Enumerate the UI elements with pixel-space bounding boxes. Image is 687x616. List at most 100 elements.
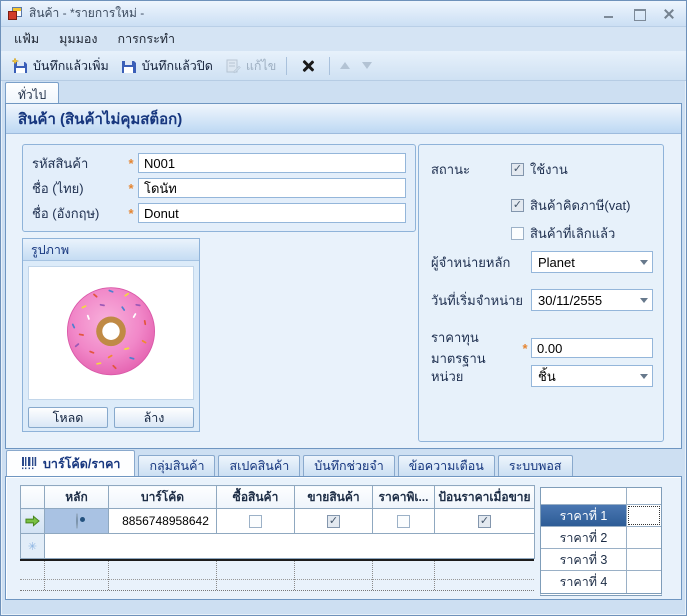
delete-x-icon	[301, 59, 315, 73]
barcode-grid: หลัก บาร์โค้ด ซื้อสินค้า ขายสินค้า ราคาพ…	[20, 485, 535, 559]
save-and-close-button[interactable]: บันทึกแล้วปิด	[115, 53, 219, 79]
main-radio-cell[interactable]	[45, 509, 109, 534]
product-code-label: รหัสสินค้า	[32, 153, 124, 174]
picture-panel-title: รูปภาพ	[23, 239, 199, 261]
move-down-icon	[362, 62, 372, 69]
price-list-header-row	[541, 488, 661, 505]
required-mark: *	[124, 156, 138, 171]
supplier-label: ผู้จำหน่ายหลัก	[431, 252, 510, 273]
barcode-cell[interactable]: 8856748958642	[109, 509, 217, 534]
menu-view[interactable]: มุมมอง	[50, 26, 106, 52]
std-cost-label: ราคาทุนมาตรฐาน	[431, 327, 519, 369]
sell-cell[interactable]	[295, 509, 373, 534]
grid-header-special-price[interactable]: ราคาพิเ...	[373, 486, 435, 509]
price-level-1-label[interactable]: ราคาที่ 1	[541, 505, 627, 526]
price-level-4-value-cell[interactable]	[627, 571, 661, 593]
required-mark: *	[519, 341, 531, 356]
start-date-label: วันที่เริ่มจำหน่าย	[431, 290, 523, 311]
name-thai-label: ชื่อ (ไทย)	[32, 178, 124, 199]
top-tab-strip: ทั่วไป	[1, 81, 686, 103]
active-checkbox-icon[interactable]	[511, 163, 524, 176]
menu-bar: แฟ้ม มุมมอง การกระทำ	[1, 27, 686, 51]
minimize-icon[interactable]	[602, 8, 616, 20]
load-image-button[interactable]: โหลด	[28, 407, 108, 428]
save-and-add-label: บันทึกแล้วเพิ่ม	[33, 56, 109, 76]
name-thai-input[interactable]: โดนัท	[138, 178, 406, 198]
buy-checkbox-icon[interactable]	[249, 515, 262, 528]
discontinued-checkbox-icon[interactable]	[511, 227, 524, 240]
donut-image	[47, 272, 175, 394]
supplier-value: Planet	[538, 255, 575, 270]
tab-general[interactable]: ทั่วไป	[5, 82, 59, 103]
tab-pos-system[interactable]: ระบบพอส	[498, 455, 573, 476]
price-level-2-label[interactable]: ราคาที่ 2	[541, 527, 627, 548]
new-row-selector-cell[interactable]: ✳	[21, 534, 45, 559]
grid-header-barcode[interactable]: บาร์โค้ด	[109, 486, 217, 509]
toolbar-separator	[286, 57, 287, 75]
std-cost-input[interactable]: 0.00	[531, 338, 653, 358]
price-level-list: ราคาที่ 1 ราคาที่ 2 ราคาที่ 3 ราคาที่ 4	[540, 487, 662, 596]
toolbar-separator	[329, 57, 330, 75]
buy-cell[interactable]	[217, 509, 295, 534]
save-new-icon	[12, 58, 28, 74]
grid-header-main[interactable]: หลัก	[45, 486, 109, 509]
table-row: 8856748958642	[21, 509, 535, 534]
checkbox-discontinued[interactable]: สินค้าที่เลิกแล้ว	[511, 223, 615, 244]
tab-memo[interactable]: บันทึกช่วยจำ	[303, 455, 394, 476]
menu-action[interactable]: การกระทำ	[109, 26, 185, 52]
vat-checkbox-icon[interactable]	[511, 199, 524, 212]
tab-product-spec[interactable]: สเปคสินค้า	[218, 455, 300, 476]
required-mark: *	[124, 181, 138, 196]
app-icon	[8, 7, 23, 20]
price-level-3-value-cell[interactable]	[627, 549, 661, 570]
window-title: สินค้า - *รายการใหม่ -	[29, 4, 144, 23]
maximize-icon[interactable]	[632, 8, 646, 20]
vat-checkbox-label: สินค้าคิดภาษี(vat)	[530, 195, 630, 216]
product-window: สินค้า - *รายการใหม่ - แฟ้ม มุมมอง การกร…	[0, 0, 687, 616]
price-level-2-row[interactable]: ราคาที่ 2	[541, 527, 661, 549]
main-radio-icon[interactable]	[76, 513, 78, 529]
grid-empty-area	[20, 559, 534, 591]
price-level-4-row[interactable]: ราคาที่ 4	[541, 571, 661, 593]
price-level-4-label[interactable]: ราคาที่ 4	[541, 571, 627, 593]
new-row[interactable]: ✳	[21, 534, 535, 559]
special-price-cell[interactable]	[373, 509, 435, 534]
delete-button[interactable]	[291, 56, 325, 76]
grid-header-enter-price[interactable]: ป้อนราคาเมื่อขาย	[435, 486, 535, 509]
price-level-3-row[interactable]: ราคาที่ 3	[541, 549, 661, 571]
tab-barcode-price-label: บาร์โค้ด/ราคา	[43, 454, 120, 474]
price-level-3-label[interactable]: ราคาที่ 3	[541, 549, 627, 570]
enter-price-cell[interactable]	[435, 509, 535, 534]
title-bar: สินค้า - *รายการใหม่ -	[1, 1, 686, 27]
start-date-dropdown[interactable]: 30/11/2555	[531, 289, 653, 311]
save-and-add-button[interactable]: บันทึกแล้วเพิ่ม	[6, 53, 115, 79]
product-image	[28, 266, 194, 400]
new-row-marker-icon: ✳	[28, 541, 37, 553]
tab-product-group[interactable]: กลุ่มสินค้า	[138, 455, 215, 476]
enter-price-checkbox-icon[interactable]	[478, 515, 491, 528]
new-row-empty-cells[interactable]	[45, 534, 535, 559]
grid-header-row: หลัก บาร์โค้ด ซื้อสินค้า ขายสินค้า ราคาพ…	[21, 486, 535, 509]
grid-header-sell[interactable]: ขายสินค้า	[295, 486, 373, 509]
clear-image-button[interactable]: ล้าง	[114, 407, 194, 428]
tab-warning-message[interactable]: ข้อความเตือน	[398, 455, 495, 476]
active-checkbox-label: ใช้งาน	[530, 159, 568, 180]
special-price-checkbox-icon[interactable]	[397, 515, 410, 528]
price-level-1-value-cell[interactable]	[627, 505, 661, 526]
row-selector-cell[interactable]	[21, 509, 45, 534]
tab-barcode-price[interactable]: บาร์โค้ด/ราคา	[6, 450, 135, 476]
grid-header-buy[interactable]: ซื้อสินค้า	[217, 486, 295, 509]
supplier-dropdown[interactable]: Planet	[531, 251, 653, 273]
price-level-1-row[interactable]: ราคาที่ 1	[541, 505, 661, 527]
checkbox-active[interactable]: ใช้งาน	[511, 159, 568, 180]
close-icon[interactable]	[662, 8, 676, 20]
main-panel: สินค้า (สินค้าไม่คุมสต็อก) รหัสสินค้า * …	[5, 103, 682, 449]
checkbox-vat[interactable]: สินค้าคิดภาษี(vat)	[511, 195, 630, 216]
menu-file[interactable]: แฟ้ม	[5, 26, 48, 52]
status-label: สถานะ	[431, 159, 511, 180]
price-level-2-value-cell[interactable]	[627, 527, 661, 548]
name-english-input[interactable]: Donut	[138, 203, 406, 223]
unit-dropdown[interactable]: ชิ้น	[531, 365, 653, 387]
sell-checkbox-icon[interactable]	[327, 515, 340, 528]
product-code-input[interactable]: N001	[138, 153, 406, 173]
